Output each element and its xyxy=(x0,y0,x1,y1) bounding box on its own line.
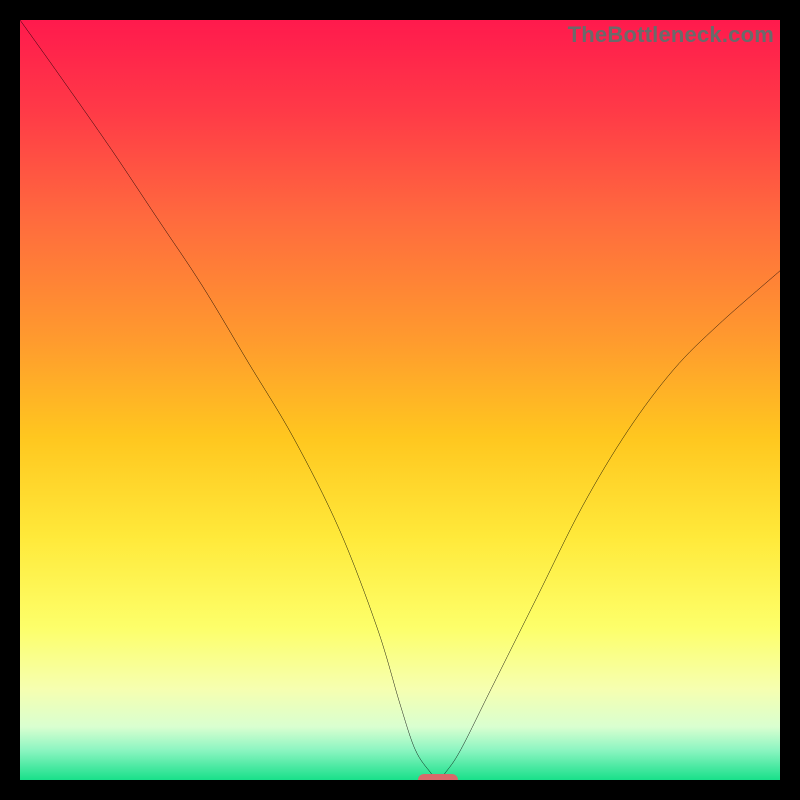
optimal-point-marker xyxy=(418,774,458,780)
plot-area: TheBottleneck.com xyxy=(20,20,780,780)
bottleneck-curve xyxy=(20,20,780,780)
watermark-text: TheBottleneck.com xyxy=(568,22,774,48)
bottleneck-curve-path xyxy=(20,20,780,780)
chart-frame: TheBottleneck.com xyxy=(0,0,800,800)
